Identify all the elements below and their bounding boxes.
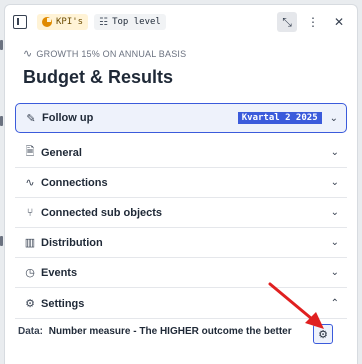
level-chip[interactable]: ☷ Top level: [94, 14, 166, 30]
details-panel: KPI's ☷ Top level ⤡ ⋮ ✕ ∿ GROWTH 15% ON …: [4, 4, 358, 364]
collapse-icon[interactable]: ⤡: [277, 12, 297, 32]
section-follow-up[interactable]: ✎ Follow up Kvartal 2 2025 ⌄: [15, 103, 347, 133]
kpi-chip-label: KPI's: [56, 17, 84, 27]
kpi-chip[interactable]: KPI's: [37, 14, 89, 30]
background-edge-mark: [0, 116, 3, 126]
chevron-down-icon: ⌄: [330, 207, 339, 218]
chevron-up-icon: ⌃: [330, 298, 339, 309]
page-title: Budget & Results: [23, 67, 174, 87]
distribution-icon: ▥: [24, 237, 36, 249]
close-icon[interactable]: ✕: [329, 12, 349, 32]
subtitle-text: GROWTH 15% ON ANNUAL BASIS: [36, 48, 187, 59]
gear-icon: ⚙: [318, 328, 328, 341]
section-label: General: [41, 146, 82, 159]
more-options-icon[interactable]: ⋮: [303, 12, 323, 32]
measure-settings-button[interactable]: ⚙: [313, 324, 333, 344]
data-value: Number measure - The HIGHER outcome the …: [48, 326, 292, 337]
background-edge-mark: [0, 236, 3, 246]
page-subtitle: ∿ GROWTH 15% ON ANNUAL BASIS: [23, 47, 186, 60]
wave-icon: ∿: [25, 177, 35, 189]
data-key: Data:: [18, 326, 44, 337]
hierarchy-icon: ☷: [99, 16, 109, 28]
section-events[interactable]: ◷ Events ⌄: [15, 258, 347, 288]
trend-icon: ∿: [23, 48, 33, 60]
section-label: Connected sub objects: [41, 206, 163, 219]
clock-icon: ◷: [25, 267, 35, 279]
section-general[interactable]: 🗎 General ⌄: [15, 138, 347, 168]
sidebar-toggle-icon[interactable]: [13, 15, 27, 29]
settings-data-line: Data: Number measure - The HIGHER outcom…: [18, 326, 292, 337]
panel-toolbar: KPI's ☷ Top level ⤡ ⋮ ✕: [5, 5, 357, 39]
section-label: Distribution: [41, 236, 103, 249]
section-label: Follow up: [42, 112, 94, 124]
background-edge-mark: [0, 40, 3, 50]
period-badge: Kvartal 2 2025: [237, 112, 322, 124]
section-settings[interactable]: ⚙ Settings ⌃: [15, 289, 347, 319]
document-icon: 🗎: [25, 146, 35, 158]
section-label: Events: [41, 266, 78, 279]
chevron-down-icon: ⌄: [330, 147, 339, 158]
chevron-down-icon: ⌄: [329, 112, 338, 124]
chevron-down-icon: ⌄: [330, 237, 339, 248]
chevron-down-icon: ⌄: [330, 177, 339, 188]
level-chip-label: Top level: [112, 17, 161, 27]
chevron-down-icon: ⌄: [330, 267, 339, 278]
section-connected-sub-objects[interactable]: ⑂ Connected sub objects ⌄: [15, 198, 347, 228]
section-distribution[interactable]: ▥ Distribution ⌄: [15, 228, 347, 258]
gear-icon: ⚙: [25, 298, 35, 310]
section-label: Settings: [41, 297, 85, 310]
toolbar-actions: ⤡ ⋮ ✕: [277, 12, 349, 32]
section-label: Connections: [41, 176, 108, 189]
branch-icon: ⑂: [26, 206, 34, 219]
kpi-icon: [42, 17, 52, 27]
section-connections[interactable]: ∿ Connections ⌄: [15, 168, 347, 198]
edit-icon: ✎: [26, 112, 36, 125]
